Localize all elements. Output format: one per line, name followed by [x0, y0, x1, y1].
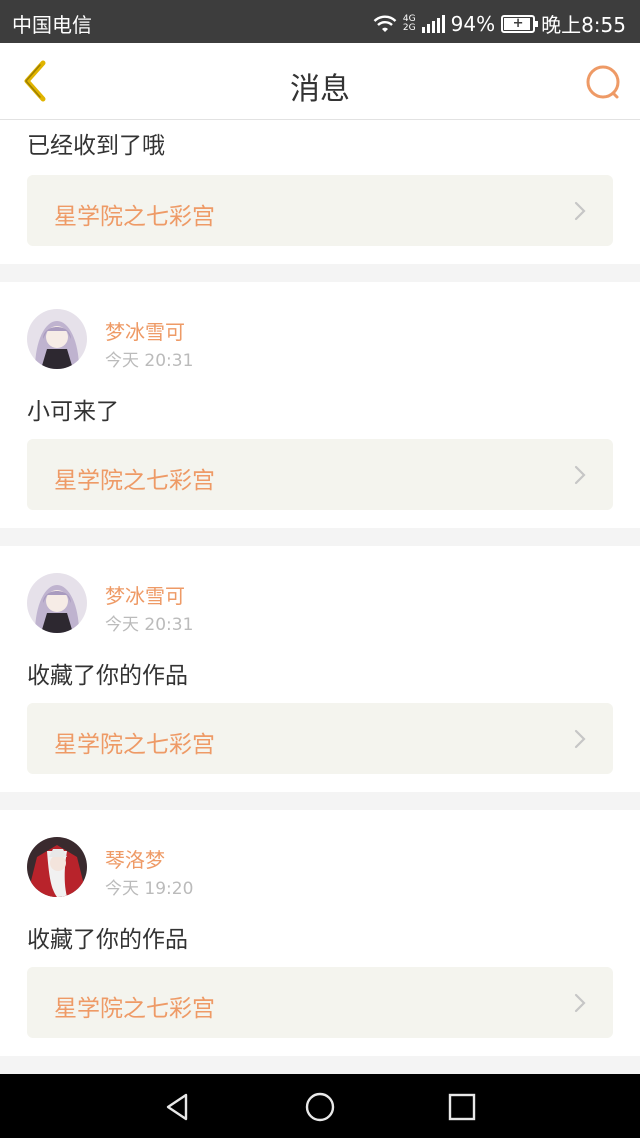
- battery-percent: 94%: [450, 11, 496, 36]
- charging-plus-icon: +: [512, 15, 524, 31]
- message-card: 梦冰雪可 今天 20:31 收藏了你的作品 星学院之七彩宫: [0, 546, 640, 792]
- chevron-right-icon: [574, 993, 586, 1013]
- work-title: 星学院之七彩宫: [54, 204, 215, 230]
- work-link[interactable]: 星学院之七彩宫: [27, 175, 613, 246]
- message-text: 收藏了你的作品: [27, 927, 188, 953]
- avatar[interactable]: [27, 309, 87, 369]
- avatar[interactable]: [27, 837, 87, 897]
- square-recents-icon[interactable]: [445, 1090, 479, 1124]
- status-icons: 4G 2G 94% + 晚上8:55: [373, 9, 626, 38]
- message-card: 已经收到了哦 星学院之七彩宫: [0, 120, 640, 264]
- chevron-right-icon: [574, 201, 586, 221]
- system-navigation-bar: [0, 1074, 640, 1138]
- message-list[interactable]: 已经收到了哦 星学院之七彩宫 梦冰雪可 今天 20:31 小可来了 星学院之七彩…: [0, 120, 640, 1074]
- message-text: 小可来了: [27, 399, 119, 425]
- message-text: 收藏了你的作品: [27, 663, 188, 689]
- clock: 晚上8:55: [541, 13, 626, 37]
- work-link[interactable]: 星学院之七彩宫: [27, 703, 613, 774]
- signal-strength-icon: [421, 14, 445, 33]
- message-time: 今天 20:31: [105, 351, 194, 371]
- work-title: 星学院之七彩宫: [54, 732, 215, 758]
- user-name[interactable]: 琴洛梦: [105, 844, 165, 873]
- work-title: 星学院之七彩宫: [54, 468, 215, 494]
- message-time: 今天 20:31: [105, 615, 194, 635]
- user-name[interactable]: 梦冰雪可: [105, 580, 185, 609]
- work-link[interactable]: 星学院之七彩宫: [27, 439, 613, 510]
- message-text: 已经收到了哦: [27, 133, 165, 159]
- search-button[interactable]: [584, 63, 624, 103]
- avatar[interactable]: [27, 573, 87, 633]
- network-type-label: 4G 2G: [402, 14, 416, 33]
- page-title: 消息: [290, 72, 350, 107]
- work-title: 星学院之七彩宫: [54, 996, 215, 1022]
- carrier-name: 中国电信: [12, 13, 92, 37]
- message-card: 琴洛梦 今天 19:20 收藏了你的作品 星学院之七彩宫: [0, 810, 640, 1056]
- user-name[interactable]: 梦冰雪可: [105, 316, 185, 345]
- chevron-right-icon: [574, 729, 586, 749]
- message-card: 梦冰雪可 今天 20:31 小可来了 星学院之七彩宫: [0, 282, 640, 528]
- work-link[interactable]: 星学院之七彩宫: [27, 967, 613, 1038]
- network-type-bottom: 2G: [402, 22, 416, 33]
- triangle-back-icon[interactable]: [160, 1090, 194, 1124]
- status-bar: 中国电信 4G 2G 94% + 晚上8:55: [0, 0, 640, 43]
- message-time: 今天 19:20: [105, 879, 194, 899]
- app-header: 消息: [0, 43, 640, 120]
- wifi-icon: [373, 15, 397, 32]
- circle-home-icon[interactable]: [303, 1090, 337, 1124]
- battery-icon: +: [501, 14, 539, 33]
- chevron-right-icon: [574, 465, 586, 485]
